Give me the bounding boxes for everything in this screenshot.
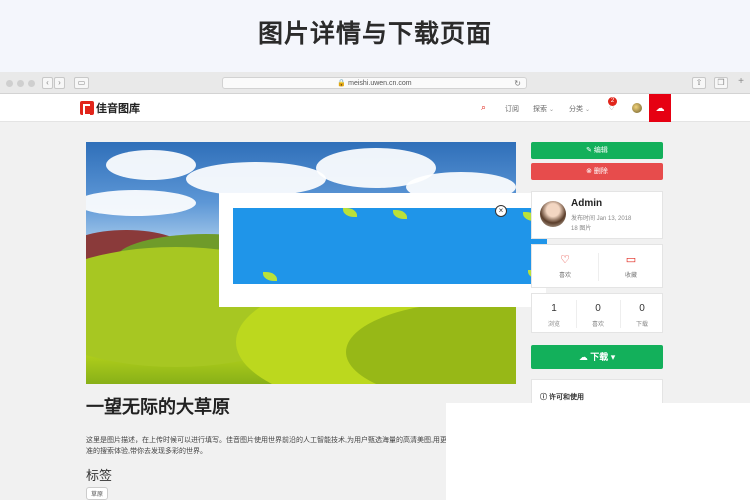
nav-explore-label: 探索	[533, 106, 547, 113]
leaf-shape	[393, 210, 407, 219]
ad-banner[interactable]	[233, 208, 547, 284]
leaf-shape	[343, 208, 357, 217]
stat-number: 0	[639, 303, 645, 314]
pencil-icon: ✎	[586, 147, 592, 154]
stat-label: 浏览	[547, 322, 560, 328]
cloud-shape	[186, 162, 326, 196]
cloud-shape	[86, 190, 196, 216]
author-card: Admin 发布时间 Jan 13, 2018 18 图片	[531, 191, 663, 239]
hd-logo-icon	[80, 101, 94, 116]
notification-badge: 2	[608, 97, 617, 106]
cloud-shape	[106, 150, 196, 180]
forward-icon[interactable]: ›	[54, 77, 65, 89]
stat-downloads: 0 下载	[620, 294, 664, 334]
question-icon: ⓘ	[540, 394, 547, 401]
download-label: 下载	[590, 352, 609, 362]
banner-title: 图片详情与下载页面	[257, 20, 492, 48]
upload-button[interactable]: ☁	[649, 94, 671, 122]
like-button[interactable]: ♡ 喜欢	[532, 245, 598, 289]
nav-category-label: 分类	[569, 106, 583, 113]
edit-label: 编辑	[593, 147, 608, 154]
leaf-shape	[263, 272, 277, 281]
tag-chip[interactable]: 草原	[86, 487, 109, 500]
chevron-down-icon: ⌄	[585, 107, 591, 113]
stat-label: 喜欢	[591, 322, 604, 328]
window-minimize-dot[interactable]	[17, 80, 24, 87]
nav-category[interactable]: 分类 ⌄	[569, 104, 590, 114]
back-icon[interactable]: ‹	[42, 77, 53, 89]
address-bar[interactable]: 🔒 meishi.uwen.cn.com ↻	[222, 77, 527, 89]
stats-card: 1 浏览 0 喜欢 0 下载	[531, 293, 663, 333]
tabs-icon[interactable]: ❐	[714, 77, 728, 89]
user-avatar[interactable]	[632, 103, 642, 113]
delete-button[interactable]: ⊗ 删除	[531, 163, 663, 180]
folder-icon: ▭	[625, 254, 637, 266]
reload-icon[interactable]: ↻	[514, 78, 521, 89]
stat-views: 1 浏览	[532, 294, 576, 334]
stat-number: 0	[595, 303, 601, 314]
publish-date: 发布时间 Jan 13, 2018	[571, 216, 632, 222]
stat-likes: 0 喜欢	[576, 294, 620, 334]
search-icon[interactable]: ⌕	[481, 102, 486, 113]
window-zoom-dot[interactable]	[28, 80, 35, 87]
cloud-download-icon: ☁	[578, 352, 588, 362]
author-avatar[interactable]	[540, 201, 566, 227]
image-title: 一望无际的大草原	[86, 397, 230, 417]
edit-button[interactable]: ✎ 编辑	[531, 142, 663, 159]
overlay-panel	[446, 403, 750, 500]
logo-text: 佳音图库	[96, 103, 140, 115]
stat-number: 1	[551, 303, 557, 314]
sidebar-icon[interactable]: ▭	[74, 77, 89, 89]
caret-down-icon: ▾	[610, 352, 616, 362]
url-text: meishi.uwen.cn.com	[348, 80, 412, 87]
tags-heading: 标签	[86, 468, 113, 483]
collect-button[interactable]: ▭ 收藏	[598, 245, 664, 289]
site-logo[interactable]: 佳音图库	[80, 100, 140, 116]
author-name[interactable]: Admin	[571, 198, 602, 209]
social-card: ♡ 喜欢 ▭ 收藏	[531, 244, 663, 288]
stat-label: 下载	[635, 322, 648, 328]
license-label: 许可和使用	[548, 394, 584, 401]
site-header: 佳音图库 ⌕ 订阅 探索 ⌄ 分类 ⌄ ♢ 2	[0, 94, 750, 122]
delete-label: 删除	[593, 168, 608, 175]
share-icon[interactable]: ⇧	[692, 77, 706, 89]
window-close-dot[interactable]	[6, 80, 13, 87]
heart-icon: ♡	[560, 254, 570, 266]
nav-subscribe[interactable]: 订阅	[505, 104, 519, 114]
browser-toolbar: ‹ › ▭ 🔒 meishi.uwen.cn.com ↻ ⇧ ❐ +	[0, 72, 750, 94]
close-icon[interactable]: ×	[495, 205, 507, 217]
cloud-upload-icon: ☁	[655, 103, 665, 113]
new-tab-icon[interactable]: +	[734, 77, 748, 89]
image-description: 这里是图片描述，在上传时候可以进行填写。佳音图片使用世界前沿的人工智能技术,为用…	[86, 437, 454, 455]
chevron-down-icon: ⌄	[549, 107, 555, 113]
nav-explore[interactable]: 探索 ⌄	[533, 104, 554, 114]
lock-icon: 🔒	[337, 80, 347, 87]
collect-label: 收藏	[624, 273, 637, 279]
remove-icon: ⊗	[586, 168, 592, 175]
download-button[interactable]: ☁ 下载 ▾	[531, 345, 663, 369]
like-label: 喜欢	[558, 273, 571, 279]
author-image-count: 18 图片	[571, 226, 592, 232]
license-title[interactable]: ⓘ 许可和使用	[540, 392, 584, 402]
page-banner: 图片详情与下载页面	[0, 0, 750, 72]
